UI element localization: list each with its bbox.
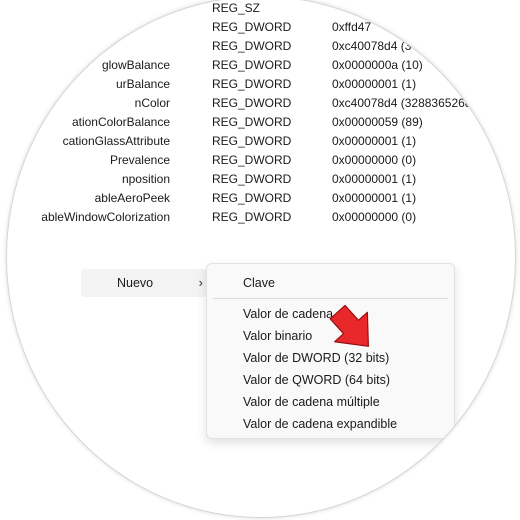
chevron-right-icon: › <box>198 275 203 290</box>
registry-value-type: REG_DWORD <box>212 172 292 186</box>
registry-value-data: 0xc40078d4 (3 <box>332 39 412 53</box>
registry-value-data: 0x00000001 (1) <box>332 172 417 186</box>
menu-item-nuevo-label: Nuevo <box>117 276 154 290</box>
registry-value-type: REG_DWORD <box>212 39 292 53</box>
new-submenu: Clave Valor de cadena Valor binario Valo… <box>206 263 455 439</box>
registry-value-type: REG_DWORD <box>212 210 292 224</box>
menu-item-valor-dword[interactable]: Valor de DWORD (32 bits) <box>243 351 389 365</box>
registry-value-data: 0x00000001 (1) <box>332 77 417 91</box>
registry-row[interactable]: REG_DWORD 0xffd47 <box>7 18 515 37</box>
registry-value-data: 0x00000059 (89) <box>332 115 423 129</box>
menu-item-valor-qword[interactable]: Valor de QWORD (64 bits) <box>243 373 390 387</box>
registry-value-data: 0x00000000 (0) <box>332 210 417 224</box>
registry-value-data: 0x00000001 (1) <box>332 191 417 205</box>
registry-row[interactable]: urBalance REG_DWORD 0x00000001 (1) <box>7 75 515 94</box>
registry-value-data: 0x00000000 (0) <box>332 153 417 167</box>
registry-value-data: 0xc40078d4 (3288365268) <box>332 96 476 110</box>
registry-row[interactable]: ationColorBalance REG_DWORD 0x00000059 (… <box>7 113 515 132</box>
registry-row[interactable]: glowBalance REG_DWORD 0x0000000a (10) <box>7 56 515 75</box>
registry-row[interactable]: ableWindowColorization REG_DWORD 0x00000… <box>7 208 515 227</box>
registry-value-data: 0x0000000a (10) <box>332 58 423 72</box>
zoom-circle-frame: REG_SZ REG_DWORD 0xffd47 REG_DWORD 0xc40… <box>6 0 516 518</box>
registry-row[interactable]: Prevalence REG_DWORD 0x00000000 (0) <box>7 151 515 170</box>
menu-item-valor-binario[interactable]: Valor binario <box>243 329 312 343</box>
registry-value-type: REG_DWORD <box>212 153 292 167</box>
registry-value-name: urBalance <box>115 77 170 91</box>
registry-value-name: cationGlassAttribute <box>62 134 170 148</box>
registry-value-type: REG_SZ <box>212 1 261 15</box>
registry-row[interactable]: cationGlassAttribute REG_DWORD 0x0000000… <box>7 132 515 151</box>
registry-value-type: REG_DWORD <box>212 115 292 129</box>
registry-row[interactable]: REG_SZ <box>7 0 515 18</box>
registry-value-name: glowBalance <box>101 58 170 72</box>
menu-item-valor-cadena[interactable]: Valor de cadena <box>243 307 333 321</box>
registry-value-name: nColor <box>134 96 170 110</box>
menu-item-valor-cadena-expandible[interactable]: Valor de cadena expandible <box>243 417 397 431</box>
registry-row[interactable]: nposition REG_DWORD 0x00000001 (1) <box>7 170 515 189</box>
registry-value-type: REG_DWORD <box>212 191 292 205</box>
registry-value-name: ableWindowColorization <box>41 210 170 224</box>
menu-item-clave[interactable]: Clave <box>243 276 275 290</box>
registry-value-name: Prevalence <box>109 153 170 167</box>
registry-value-data: 0xffd47 <box>332 20 372 34</box>
registry-value-type: REG_DWORD <box>212 20 292 34</box>
menu-item-valor-cadena-multiple[interactable]: Valor de cadena múltiple <box>243 395 380 409</box>
registry-value-name: ationColorBalance <box>71 115 170 129</box>
registry-value-type: REG_DWORD <box>212 96 292 110</box>
registry-value-name: nposition <box>121 172 170 186</box>
menu-item-nuevo[interactable]: Nuevo › <box>81 269 209 297</box>
registry-value-type: REG_DWORD <box>212 58 292 72</box>
registry-value-name: ableAeroPeek <box>94 191 170 205</box>
registry-value-type: REG_DWORD <box>212 134 292 148</box>
registry-row[interactable]: ableAeroPeek REG_DWORD 0x00000001 (1) <box>7 189 515 208</box>
menu-separator <box>213 298 448 299</box>
registry-row[interactable]: REG_DWORD 0xc40078d4 (3 <box>7 37 515 56</box>
registry-value-type: REG_DWORD <box>212 77 292 91</box>
registry-row[interactable]: nColor REG_DWORD 0xc40078d4 (3288365268) <box>7 94 515 113</box>
registry-value-data: 0x00000001 (1) <box>332 134 417 148</box>
